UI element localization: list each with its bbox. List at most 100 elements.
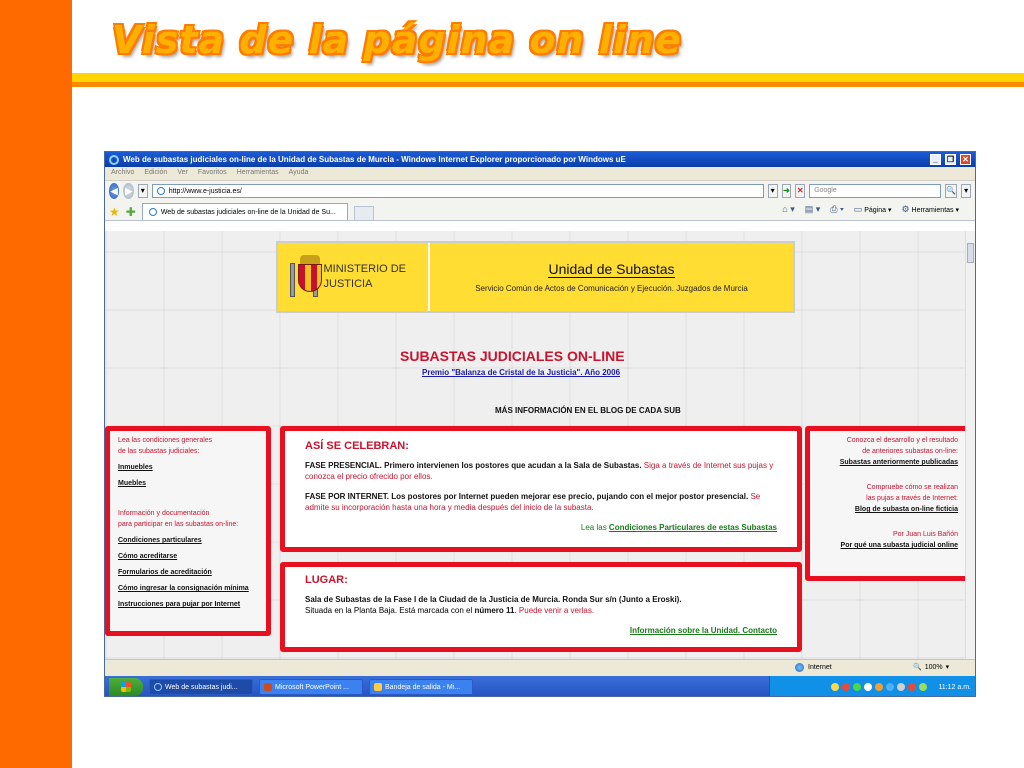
refresh-icon[interactable]: ➜ bbox=[781, 184, 792, 198]
tray-icon[interactable] bbox=[875, 683, 884, 691]
right-text-2b: las pujas a través de Internet: bbox=[866, 495, 958, 502]
info-unidad-link[interactable]: Información sobre la Unidad. Contacto bbox=[630, 626, 777, 635]
menu-herramientas[interactable]: Herramientas bbox=[237, 169, 279, 178]
slide-yellow-stripe bbox=[72, 73, 1024, 82]
right-author: Por Juan Luis Bañón bbox=[893, 531, 958, 538]
stop-icon[interactable]: ✕ bbox=[795, 184, 806, 198]
lugar-location-a: Situada en la Planta Baja. Está marcada … bbox=[305, 606, 473, 615]
task-powerpoint[interactable]: Microsoft PowerPoint ... bbox=[259, 679, 363, 695]
search-input[interactable]: Google bbox=[809, 184, 942, 198]
left-heading-1b: de las subastas judiciales: bbox=[118, 448, 200, 455]
back-button[interactable]: ◀ bbox=[109, 183, 120, 199]
ie-icon bbox=[109, 154, 119, 165]
new-tab-button[interactable] bbox=[353, 206, 374, 220]
menu-ayuda[interactable]: Ayuda bbox=[289, 169, 309, 178]
zoom-control[interactable]: 🔍 100% ▾ bbox=[913, 663, 949, 672]
link-instrucciones[interactable]: Instrucciones para pujar por Internet bbox=[118, 599, 258, 610]
left-heading-2a: Información y documentación bbox=[118, 510, 210, 517]
home-icon[interactable]: ⌂ ▾ bbox=[782, 204, 794, 215]
link-muebles[interactable]: Muebles bbox=[118, 478, 258, 489]
celebran-heading: ASÍ SE CELEBRAN: bbox=[305, 440, 409, 452]
maximize-button[interactable]: ❐ bbox=[945, 154, 956, 165]
ie-task-icon bbox=[154, 683, 162, 691]
start-button[interactable] bbox=[109, 678, 143, 696]
right-text-1b: de anteriores subastas on-line: bbox=[862, 448, 958, 455]
vertical-scrollbar[interactable] bbox=[965, 231, 975, 659]
menu-edicion[interactable]: Edición bbox=[144, 169, 167, 178]
tray-icon[interactable] bbox=[897, 683, 906, 691]
search-icon[interactable]: 🔍 bbox=[945, 184, 958, 198]
right-info-panel: Conozca el desarrollo y el resultado de … bbox=[805, 426, 967, 581]
presencial-bold: FASE PRESENCIAL. Primero intervienen los… bbox=[305, 461, 642, 470]
url-field[interactable]: http://www.e-justicia.es/ bbox=[151, 184, 764, 198]
tray-icon[interactable] bbox=[886, 683, 895, 691]
forward-button[interactable]: ▶ bbox=[123, 183, 134, 199]
add-favorites-icon[interactable]: ✚ bbox=[126, 204, 136, 220]
menu-ver[interactable]: Ver bbox=[177, 169, 188, 178]
tray-icon[interactable] bbox=[908, 683, 917, 691]
task-ie-label: Web de subastas judi... bbox=[165, 683, 238, 691]
tray-icon[interactable] bbox=[853, 683, 862, 691]
window-title: Web de subastas judiciales on-line de la… bbox=[123, 155, 626, 164]
system-tray: 11:12 a.m. bbox=[769, 676, 975, 696]
link-inmuebles[interactable]: Inmuebles bbox=[118, 462, 258, 473]
scroll-thumb[interactable] bbox=[967, 243, 974, 263]
history-dropdown-icon[interactable]: ▾ bbox=[137, 184, 148, 198]
page-icon bbox=[156, 187, 165, 195]
link-por-que[interactable]: Por qué una subasta judicial online bbox=[818, 540, 958, 551]
search-dropdown-icon[interactable]: ▾ bbox=[961, 184, 971, 198]
left-heading-1a: Lea las condiciones generales bbox=[118, 437, 213, 444]
right-text-2a: Compruebe cómo se realizan bbox=[866, 484, 958, 491]
internet-bold: FASE POR INTERNET. Los postores por Inte… bbox=[305, 492, 749, 501]
close-button[interactable]: ✕ bbox=[960, 154, 971, 165]
link-como-acreditarse[interactable]: Cómo acreditarse bbox=[118, 551, 258, 562]
favorites-star-icon[interactable]: ★ bbox=[109, 204, 120, 220]
lugar-address: Sala de Subastas de la Fase I de la Ciud… bbox=[305, 595, 682, 604]
command-bar: ⌂ ▾ ▤ ▾ ⎙ ▾ ▭ Página ▾ ⚙ Herramientas ▾ bbox=[782, 204, 959, 215]
tray-icon[interactable] bbox=[864, 683, 873, 691]
menu-bar: Archivo Edición Ver Favoritos Herramient… bbox=[105, 167, 975, 181]
browser-titlebar: Web de subastas judiciales on-line de la… bbox=[105, 152, 975, 167]
tab-bar: ★ ✚ Web de subastas judiciales on-line d… bbox=[105, 201, 975, 221]
minimize-button[interactable]: _ bbox=[930, 154, 941, 165]
unidad-header: Unidad de Subastas Servicio Común de Act… bbox=[430, 243, 793, 311]
clock[interactable]: 11:12 a.m. bbox=[938, 684, 971, 691]
premio-link[interactable]: Premio "Balanza de Cristal de la Justici… bbox=[422, 368, 620, 377]
page-menu[interactable]: ▭ Página ▾ bbox=[854, 204, 892, 215]
url-dropdown-icon[interactable]: ▾ bbox=[767, 184, 778, 198]
page-viewport: MINISTERIO DE JUSTICIA Unidad de Subasta… bbox=[105, 231, 967, 659]
coat-of-arms-icon bbox=[290, 255, 322, 299]
lugar-heading: LUGAR: bbox=[305, 574, 348, 586]
page-title: SUBASTAS JUDICIALES ON-LINE bbox=[400, 348, 625, 364]
ministerio-logo[interactable]: MINISTERIO DE JUSTICIA bbox=[278, 243, 430, 311]
fase-presencial-text: FASE PRESENCIAL. Primero intervienen los… bbox=[305, 460, 777, 482]
unidad-title[interactable]: Unidad de Subastas bbox=[548, 261, 675, 278]
tools-menu[interactable]: ⚙ Herramientas ▾ bbox=[901, 204, 959, 215]
task-mail[interactable]: Bandeja de salida - Mi... bbox=[369, 679, 473, 695]
tray-icon[interactable] bbox=[831, 683, 840, 691]
link-blog-ficticia[interactable]: Blog de subasta on-line ficticia bbox=[818, 504, 958, 515]
lugar-number: número 11 bbox=[474, 606, 515, 615]
tab-active[interactable]: Web de subastas judiciales on-line de la… bbox=[141, 203, 348, 220]
link-consignacion[interactable]: Cómo ingresar la consignación mínima bbox=[118, 583, 258, 594]
link-formularios[interactable]: Formularios de acreditación bbox=[118, 567, 258, 578]
left-info-panel: Lea las condiciones generales de las sub… bbox=[105, 426, 271, 636]
link-condiciones-particulares[interactable]: Condiciones particulares bbox=[118, 535, 258, 546]
tools-menu-label: Herramientas bbox=[911, 207, 954, 214]
tray-icon[interactable] bbox=[842, 683, 851, 691]
tray-icon[interactable] bbox=[919, 683, 928, 691]
menu-favoritos[interactable]: Favoritos bbox=[198, 169, 227, 178]
page-icon-small: ▭ bbox=[853, 204, 863, 214]
task-ie[interactable]: Web de subastas judi... bbox=[149, 679, 253, 695]
link-subastas-anteriores[interactable]: Subastas anteriormente publicadas bbox=[818, 457, 958, 468]
condiciones-particulares-link[interactable]: Condiciones Particulares de estas Subast… bbox=[609, 523, 777, 532]
windows-taskbar: Web de subastas judi... Microsoft PowerP… bbox=[105, 676, 975, 696]
feeds-icon[interactable]: ▤ ▾ bbox=[805, 204, 821, 215]
ministerio-text: MINISTERIO DE JUSTICIA bbox=[323, 263, 407, 290]
print-icon[interactable]: ⎙ ▾ bbox=[830, 204, 843, 215]
right-text-1a: Conozca el desarrollo y el resultado bbox=[846, 437, 958, 444]
task-mail-label: Bandeja de salida - Mi... bbox=[385, 683, 461, 691]
site-header-banner: MINISTERIO DE JUSTICIA Unidad de Subasta… bbox=[276, 241, 795, 313]
globe-icon bbox=[795, 663, 804, 672]
menu-archivo[interactable]: Archivo bbox=[111, 169, 134, 178]
